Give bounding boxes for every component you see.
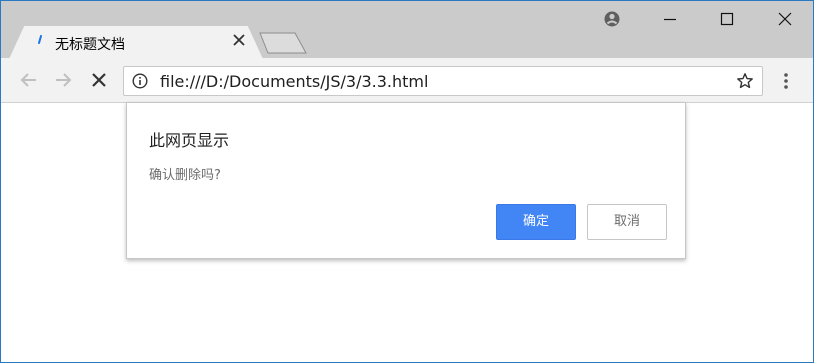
ok-button[interactable]: 确定 [496, 204, 576, 240]
address-bar[interactable]: file:///D:/Documents/JS/3/3.3.html [123, 66, 763, 96]
minimize-icon[interactable] [647, 1, 693, 37]
forward-icon[interactable] [51, 68, 75, 92]
info-icon[interactable] [132, 73, 148, 89]
back-icon[interactable] [17, 68, 41, 92]
toolbar: file:///D:/Documents/JS/3/3.3.html [1, 58, 813, 103]
tab-title: 无标题文档 [55, 37, 125, 53]
maximize-icon[interactable] [704, 1, 750, 37]
close-tab-icon[interactable] [231, 32, 247, 48]
dialog-message: 确认删除吗? [149, 168, 221, 183]
new-tab-icon[interactable] [259, 32, 307, 54]
url-text[interactable]: file:///D:/Documents/JS/3/3.3.html [160, 72, 428, 91]
title-bar: 无标题文档 [1, 1, 813, 59]
browser-window: 无标题文档 file:///D:/Documents/JS/3/3.3.html… [0, 0, 814, 363]
star-icon[interactable] [736, 72, 754, 90]
stop-icon[interactable] [87, 68, 111, 92]
dialog-title: 此网页显示 [149, 131, 230, 150]
alert-dialog: 此网页显示 确认删除吗? 确定 取消 [126, 102, 686, 259]
tab-active[interactable]: 无标题文档 [9, 26, 263, 59]
close-window-icon[interactable] [762, 1, 808, 37]
profile-icon[interactable] [589, 1, 635, 37]
cancel-button[interactable]: 取消 [587, 204, 667, 240]
loading-icon [38, 35, 42, 44]
menu-icon[interactable] [779, 71, 793, 91]
